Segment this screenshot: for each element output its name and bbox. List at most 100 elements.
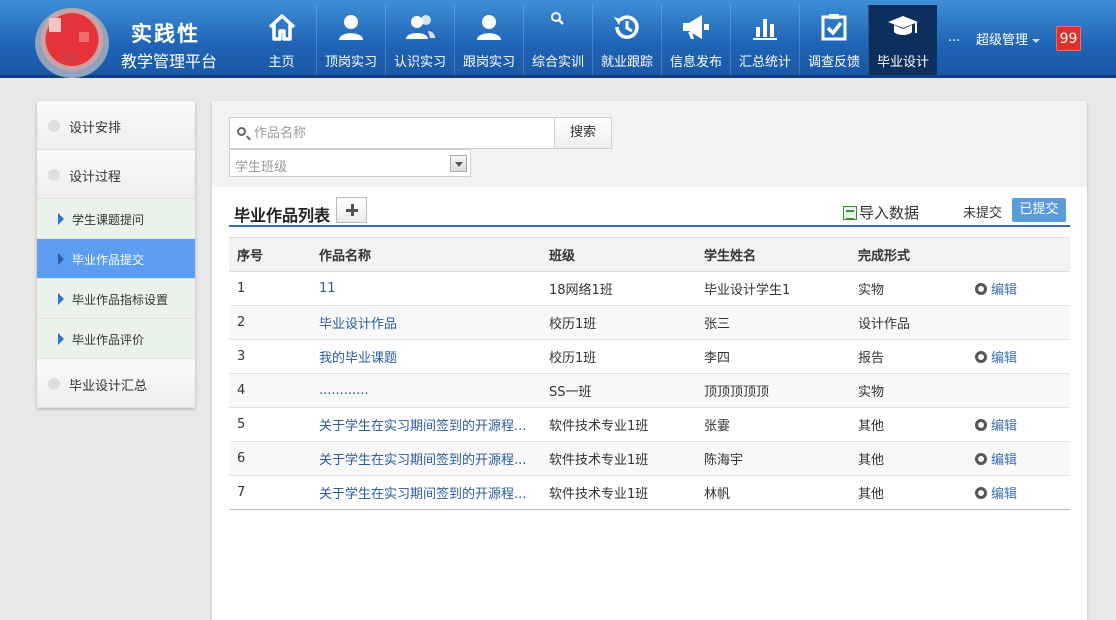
user-menu[interactable]: 超级管理 [976,29,1041,48]
work-name-cell: 关于学生在实习期间签到的开源程... [311,475,541,510]
caret-right-icon [58,293,64,305]
gear-icon [975,487,987,499]
work-name-link[interactable]: 11 [319,281,336,296]
nav-dinggang[interactable]: 顶岗实习 [316,5,385,75]
sidebar-subitem-work-submission[interactable]: 毕业作品提交 [37,239,195,279]
work-name-link[interactable]: ............ [319,383,369,398]
form-cell: 其他 [850,441,967,476]
works-table: 序号 作品名称 班级 学生姓名 完成形式 1 11 18网络1班 毕业设计学生1 实物编… [229,237,1070,510]
edit-label: 编辑 [991,487,1018,502]
tab-submitted[interactable]: 已提交 [1012,198,1066,222]
nav-label: 就业跟踪 [600,55,653,70]
nav-renshi[interactable]: 认识实习 [385,5,454,75]
column-header: 作品名称 [311,237,541,272]
nav-label: 汇总统计 [738,55,791,70]
dropdown-arrow-icon[interactable] [450,155,467,172]
work-name-link[interactable]: 关于学生在实习期间签到的开源程... [319,419,526,434]
edit-label: 编辑 [991,419,1018,434]
action-cell: 编辑 [967,441,1070,476]
caret-right-icon [58,333,64,345]
nav-label: 信息发布 [669,55,722,70]
list-header: 毕业作品列表 导入数据 未提交 已提交 [229,194,1070,227]
table-row: 6 关于学生在实习期间签到的开源程... 软件技术专业1班 陈海宇 其他 编辑 [229,441,1070,476]
import-data-button[interactable]: 导入数据 [843,202,919,223]
form-cell: 其他 [850,475,967,510]
action-cell: 编辑 [967,271,1070,306]
nav-more[interactable]: ... [948,30,960,45]
nav-huizong[interactable]: 汇总统计 [730,5,799,75]
work-name-link[interactable]: 关于学生在实习期间签到的开源程... [319,453,526,468]
logo [35,8,109,78]
search-button[interactable]: 搜索 [554,117,612,149]
chevron-down-icon [1032,38,1041,43]
import-label: 导入数据 [859,204,920,222]
nav-home[interactable]: 主页 [247,5,316,75]
excel-icon [843,206,857,220]
circle-icon [48,378,60,390]
nav-zonghe[interactable]: 综合实训 [523,5,592,75]
form-cell: 其他 [850,407,967,442]
class-select[interactable]: 学生班级 [229,149,471,177]
work-name-cell: 11 [311,271,541,306]
work-name-cell: 关于学生在实习期间签到的开源程... [311,407,541,442]
sidebar-subitem-indicator-settings[interactable]: 毕业作品指标设置 [37,279,195,319]
row-number: 2 [229,305,311,340]
nav-diaocha[interactable]: 调查反馈 [799,5,868,75]
edit-button[interactable]: 编辑 [975,419,1017,434]
edit-label: 编辑 [991,453,1018,468]
sidebar: 设计安排 设计过程 学生课题提问 毕业作品提交 毕业作品指标设置 毕业作品评价 … [37,101,195,408]
class-cell: SS一班 [541,373,696,408]
circle-icon [48,120,60,132]
filter-area: 搜索 学生班级 [212,101,1087,187]
nav-xinxi[interactable]: 信息发布 [661,5,730,75]
nav-label: 顶岗实习 [324,55,377,70]
row-number: 6 [229,441,311,476]
class-cell: 软件技术专业1班 [541,475,696,510]
nav-label: 毕业设计 [876,55,929,70]
column-header: 完成形式 [850,237,967,272]
action-cell: 编辑 [967,475,1070,510]
work-name-link[interactable]: 毕业设计作品 [319,317,397,332]
edit-label: 编辑 [991,351,1018,366]
user-icon [339,15,363,40]
edit-button[interactable]: 编辑 [975,487,1017,502]
work-name-link[interactable]: 关于学生在实习期间签到的开源程... [319,487,526,502]
form-cell: 实物 [850,373,967,408]
action-cell [967,305,1070,340]
nav-biye[interactable]: 毕业设计 [868,5,937,75]
search-icon [551,12,564,25]
sidebar-item-design-summary[interactable]: 毕业设计汇总 [37,359,195,408]
nav-jiuye[interactable]: 就业跟踪 [592,5,661,75]
gear-icon [975,419,987,431]
search-input[interactable] [254,124,549,142]
gear-icon [975,351,987,363]
edit-button[interactable]: 编辑 [975,453,1017,468]
sidebar-item-label: 设计安排 [69,121,122,136]
user-icon [477,15,501,40]
home-icon [268,14,295,41]
action-cell: 编辑 [967,339,1070,374]
nav-label: 综合实训 [531,55,584,70]
sidebar-item-design-arrangement[interactable]: 设计安排 [37,101,195,150]
brand-title: 实践性 [131,22,200,46]
column-header: 序号 [229,237,311,272]
sidebar-subitem-work-evaluation[interactable]: 毕业作品评价 [37,319,195,359]
notification-badge[interactable]: 99 [1056,26,1081,51]
class-select-value: 学生班级 [235,160,288,175]
work-name-link[interactable]: 我的毕业课题 [319,351,397,366]
sidebar-item-design-process[interactable]: 设计过程 [37,150,195,199]
edit-button[interactable]: 编辑 [975,351,1017,366]
sidebar-item-label: 设计过程 [69,170,122,185]
tab-unsubmitted[interactable]: 未提交 [963,202,1002,221]
nav-label: 主页 [268,55,295,70]
edit-button[interactable]: 编辑 [975,283,1017,298]
nav-genggang[interactable]: 跟岗实习 [454,5,523,75]
add-button[interactable] [336,197,367,223]
student-cell: 李四 [696,339,850,374]
action-cell [967,373,1070,408]
class-cell: 软件技术专业1班 [541,407,696,442]
bar-chart-icon [753,19,777,40]
student-cell: 林帆 [696,475,850,510]
sidebar-subitem-topic-questions[interactable]: 学生课题提问 [37,199,195,239]
sidebar-item-label: 毕业作品提交 [72,253,145,267]
